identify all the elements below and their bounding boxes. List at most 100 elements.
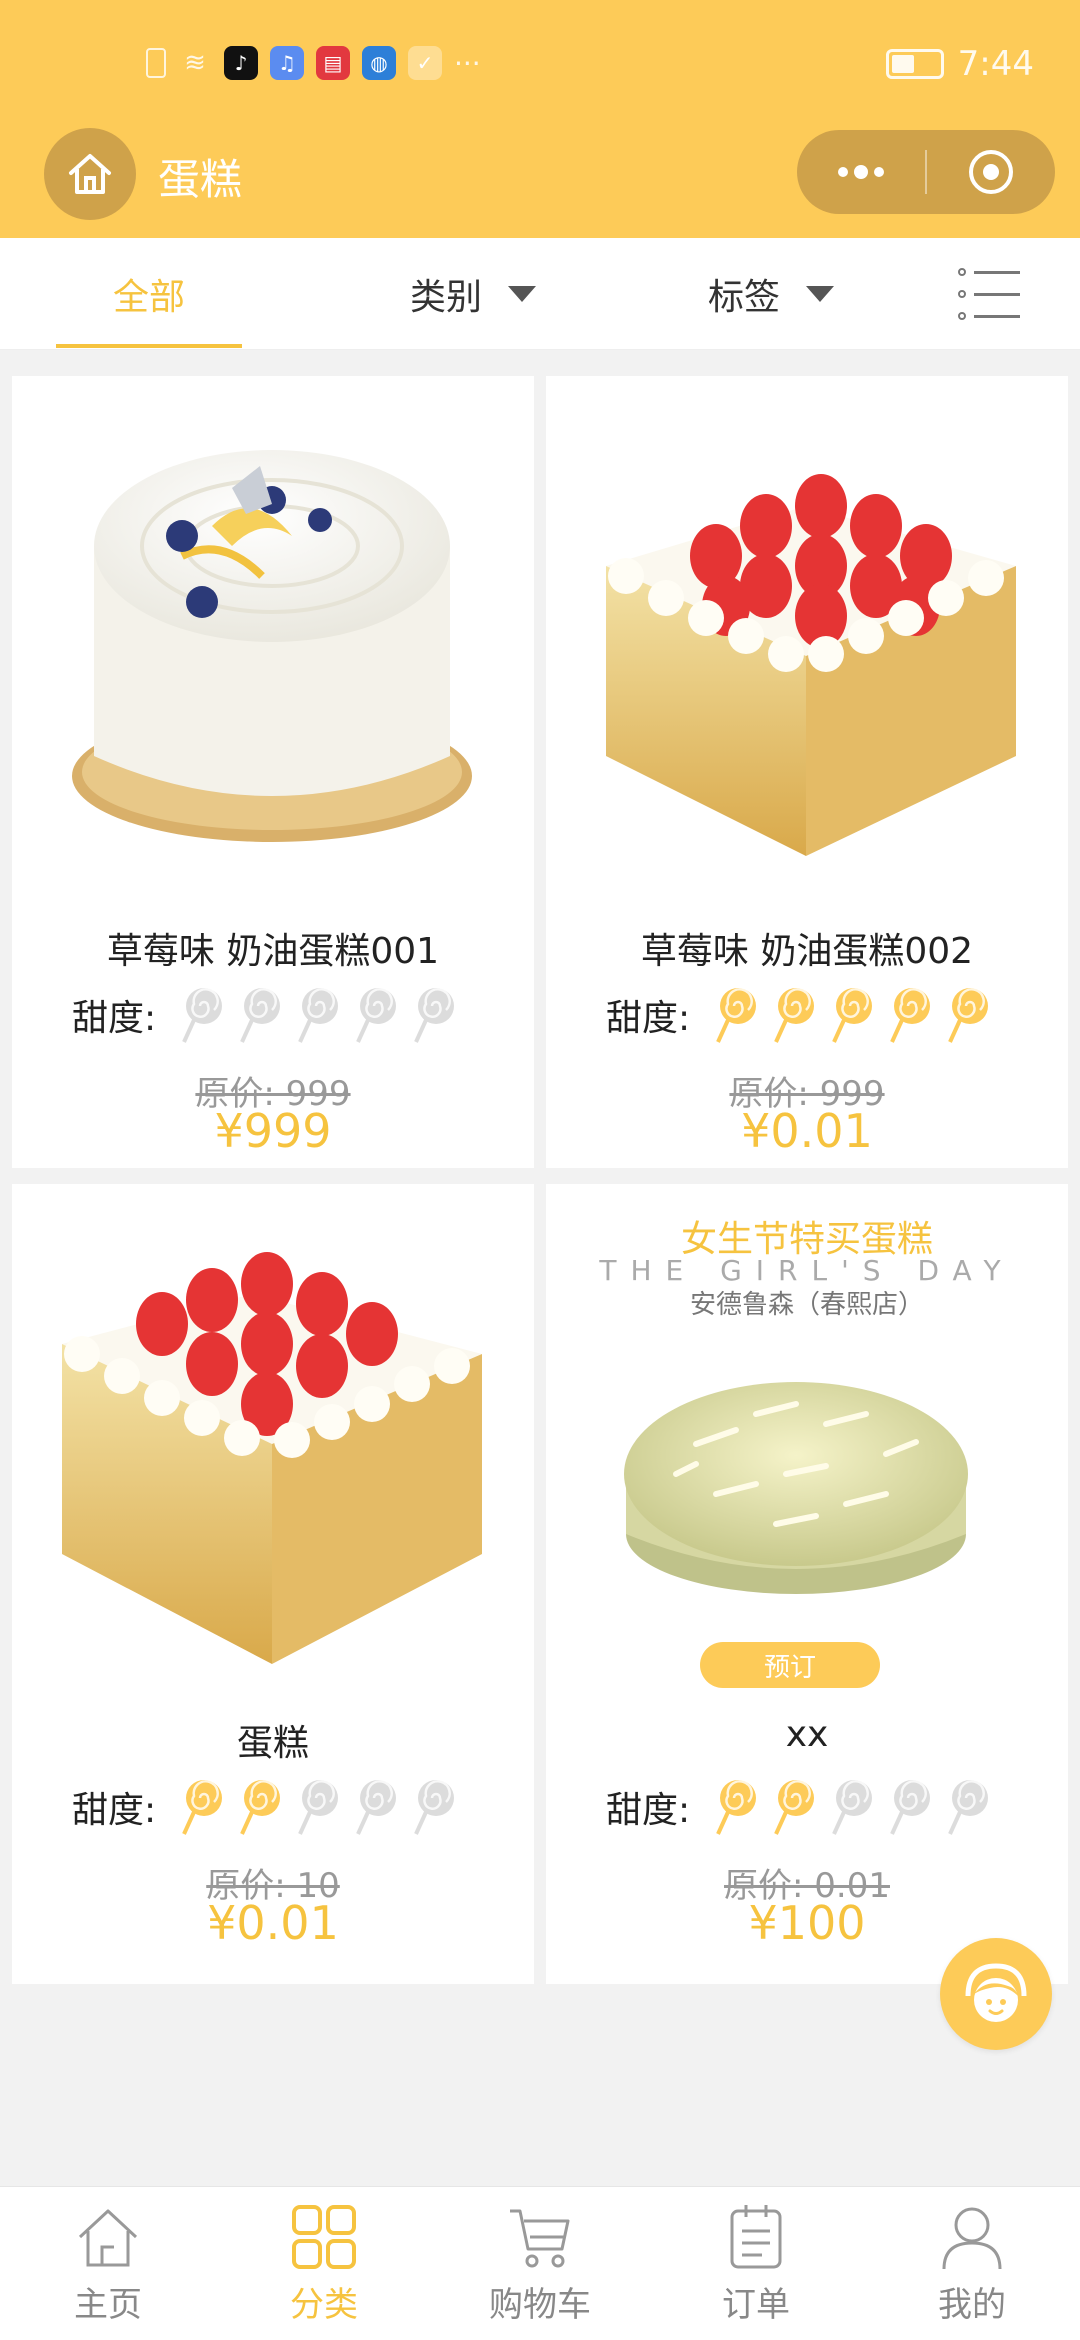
tab-cart[interactable]: 购物车: [432, 2187, 648, 2340]
product-image: [72, 450, 472, 842]
product-price: ¥0.01: [741, 1104, 873, 1158]
lollipop-empty-icon: [890, 1780, 931, 1835]
tiktok-app-icon: ♪: [224, 46, 258, 80]
lollipop-rating: [178, 1778, 468, 1836]
lollipop-empty-icon: [356, 988, 397, 1043]
sweetness-label: 甜度:: [72, 1790, 157, 1831]
order-clipboard-icon: [730, 2205, 782, 2269]
tab-profile-label: 我的: [938, 2285, 1006, 2325]
filter-tag-label: 标签: [708, 277, 781, 318]
sweetness-label: 甜度:: [72, 998, 157, 1039]
miniprogram-capsule: [797, 130, 1055, 214]
lollipop-rating: [178, 986, 468, 1044]
page-title: 蛋糕: [158, 155, 243, 204]
product-card[interactable]: 草莓味 奶油蛋糕002 甜度: 原价: 999 ¥0.01: [546, 376, 1068, 1168]
lollipop-filled-icon: [716, 988, 757, 1043]
home-icon: [78, 2209, 138, 2267]
active-tab-underline: [56, 344, 242, 348]
product-image: [606, 474, 1016, 856]
lollipop-empty-icon: [298, 1780, 339, 1835]
product-name: 蛋糕: [236, 1723, 309, 1764]
close-miniprogram-button[interactable]: [927, 130, 1055, 214]
lollipop-filled-icon: [832, 988, 873, 1043]
status-bar: ≋ ♪ ♫ ▤ ◍ ✓ ··· 7:44: [0, 0, 1080, 133]
filter-all-label: 全部: [112, 277, 185, 318]
tab-orders-label: 订单: [722, 2285, 790, 2325]
product-card[interactable]: 蛋糕 甜度: 原价: 10 ¥0.01: [12, 1184, 534, 1984]
product-price: ¥999: [214, 1104, 332, 1158]
browser-app-icon: ◍: [362, 46, 396, 80]
battery-icon: [885, 49, 944, 79]
lollipop-rating: [712, 986, 1002, 1044]
status-time: 7:44: [957, 44, 1034, 84]
wifi-icon: ≋: [184, 48, 206, 78]
profile-icon: [942, 2207, 1002, 2270]
sweetness-label: 甜度:: [606, 998, 691, 1039]
more-dots-icon: [838, 165, 884, 179]
preorder-badge[interactable]: 预订: [700, 1642, 880, 1688]
lollipop-empty-icon: [414, 988, 455, 1043]
lollipop-empty-icon: [298, 988, 339, 1043]
sweetness-rating: 甜度:: [606, 1778, 1002, 1836]
customer-service-face-icon: [965, 1963, 1027, 2022]
tab-home-label: 主页: [74, 2285, 142, 2325]
promo-banner-store: 安德鲁森（春熙店）: [689, 1290, 924, 1320]
product-image: [624, 1382, 968, 1594]
promo-banner-subtitle: THE GIRL'S DAY: [599, 1254, 1015, 1287]
lollipop-empty-icon: [948, 1780, 989, 1835]
target-close-icon: [968, 150, 1013, 194]
title-bar: 蛋糕: [0, 118, 1080, 238]
tab-category-label: 分类: [290, 2285, 358, 2325]
more-options-button[interactable]: [797, 130, 925, 214]
product-card[interactable]: 草莓味 奶油蛋糕001 甜度: 原价: 999 ¥999: [12, 376, 534, 1168]
product-price: ¥0.01: [207, 1896, 339, 1950]
filter-tag-dropdown[interactable]: 标签: [708, 238, 835, 350]
product-name: xx: [785, 1714, 829, 1755]
customer-service-button[interactable]: [940, 1938, 1052, 2050]
more-notifications-icon: ···: [454, 46, 481, 80]
list-view-icon: [958, 268, 1020, 276]
tab-category[interactable]: 分类: [216, 2187, 432, 2340]
sim-icon: [146, 48, 166, 78]
lollipop-rating: [712, 1778, 1002, 1836]
sweetness-label: 甜度:: [606, 1790, 691, 1831]
cart-icon: [510, 2209, 570, 2268]
lollipop-filled-icon: [182, 1780, 223, 1835]
lollipop-empty-icon: [832, 1780, 873, 1835]
product-image: [62, 1252, 482, 1664]
caret-down-icon: [806, 286, 835, 302]
home-button[interactable]: [44, 128, 136, 220]
music-app-icon: ♫: [270, 46, 304, 80]
sweetness-rating: 甜度:: [606, 986, 1002, 1044]
list-view-toggle[interactable]: [958, 238, 1020, 350]
lollipop-filled-icon: [716, 1780, 757, 1835]
tab-profile[interactable]: 我的: [864, 2187, 1080, 2340]
filter-bar: 全部 类别 标签: [0, 238, 1080, 350]
lollipop-filled-icon: [240, 1780, 281, 1835]
sweetness-rating: 甜度:: [72, 986, 468, 1044]
reader-app-icon: ▤: [316, 46, 350, 80]
product-card[interactable]: 女生节特买蛋糕 THE GIRL'S DAY 安德鲁森（春熙店） 预订 xx 甜…: [546, 1184, 1068, 1984]
home-icon: [69, 154, 111, 194]
caret-down-icon: [508, 286, 537, 302]
product-name: 草莓味 奶油蛋糕002: [640, 931, 974, 972]
lollipop-filled-icon: [890, 988, 931, 1043]
lollipop-empty-icon: [240, 988, 281, 1043]
tab-home[interactable]: 主页: [0, 2187, 216, 2340]
filter-category-dropdown[interactable]: 类别: [410, 238, 537, 350]
tab-orders[interactable]: 订单: [648, 2187, 864, 2340]
sweetness-rating: 甜度:: [72, 1778, 468, 1836]
filter-category-label: 类别: [410, 277, 483, 318]
lollipop-empty-icon: [182, 988, 223, 1043]
shield-icon: ✓: [408, 46, 442, 80]
lollipop-filled-icon: [948, 988, 989, 1043]
bottom-tab-bar: 主页 分类 购物车 订单 我的: [0, 2186, 1080, 2340]
tab-cart-label: 购物车: [489, 2285, 591, 2325]
filter-tab-all[interactable]: 全部: [56, 238, 242, 350]
status-notification-icons: ≋ ♪ ♫ ▤ ◍ ✓ ···: [146, 46, 481, 80]
lollipop-empty-icon: [356, 1780, 397, 1835]
product-name: 草莓味 奶油蛋糕001: [106, 931, 440, 972]
lollipop-filled-icon: [774, 1780, 815, 1835]
category-grid-icon: [292, 2205, 356, 2269]
lollipop-empty-icon: [414, 1780, 455, 1835]
